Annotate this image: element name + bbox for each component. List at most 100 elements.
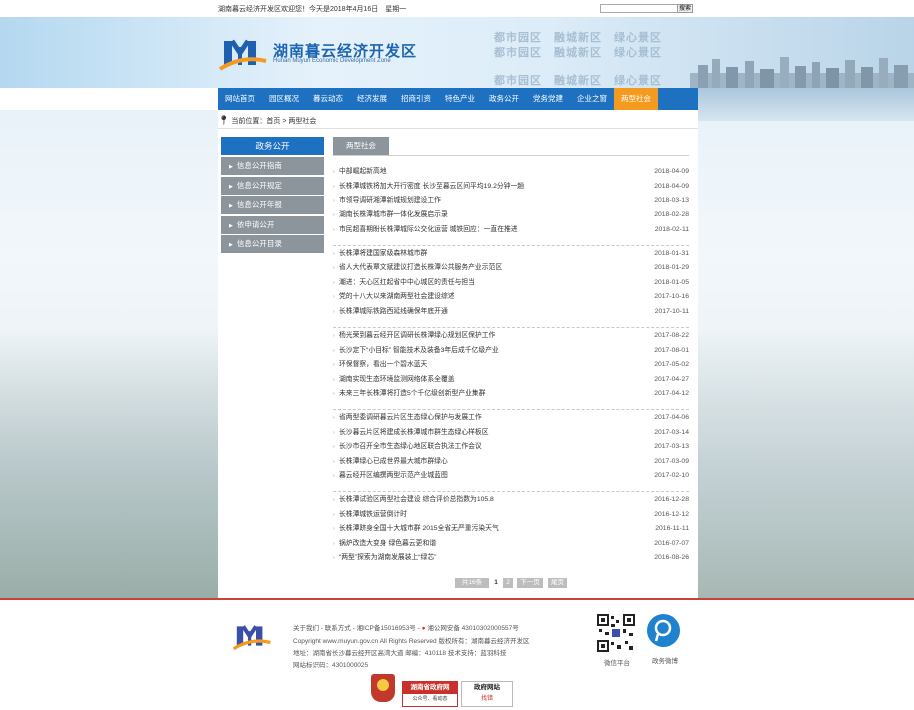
list-item[interactable]: › 长株潭城铁将加大开行密度 长沙至暮云区间平均19.2分钟一趟 2018-04-0… <box>333 180 689 194</box>
list-item[interactable]: › 潮进：天心区扛起省中中心城区的责任与担当 2018-01-05 <box>333 276 689 290</box>
sidebar-item-annual-report[interactable]: ▶ 信息公开年报 <box>221 196 324 214</box>
list-item[interactable]: › 省两型委调研暮云片区生态绿心保护与发展工作 2017-04-06 <box>333 411 689 425</box>
main-nav: 网站首页 园区概况 暮云动态 经济发展 招商引资 特色产业 政务公开 党务党建 … <box>218 88 698 110</box>
article-date: 2017-08-01 <box>654 347 689 354</box>
article-title[interactable]: 湖南长株潭城市群一体化发展启示录 <box>339 208 448 222</box>
nav-item-enterprise[interactable]: 企业之窗 <box>570 88 614 110</box>
bullet-icon: › <box>333 473 335 479</box>
nav-item-government[interactable]: 政务公开 <box>482 88 526 110</box>
article-date: 2017-10-16 <box>654 293 689 300</box>
list-item[interactable]: › 长株潭将建国家级森林城市群 2018-01-31 <box>333 247 689 261</box>
triangle-right-icon: ▶ <box>229 242 233 248</box>
article-title[interactable]: 长沙暮云片区将建成长株潭城市群生态绿心样板区 <box>339 426 489 440</box>
nav-item-home[interactable]: 网站首页 <box>218 88 262 110</box>
list-item[interactable]: › 长株潭试验区两型社会建设 综合评价总指数为105.8 2016-12-28 <box>333 493 689 507</box>
footer-links-text[interactable]: 关于我们 - 联系方式 - 湘ICP备15016953号 - <box>293 625 420 632</box>
breadcrumb: 📍︎ 当前位置：首页 > 两型社会 <box>218 113 316 128</box>
article-title[interactable]: 长株潭跻身全国十大城市群 2015全省无严重污染天气 <box>339 522 499 536</box>
pager-page-2[interactable]: 2 <box>503 578 513 588</box>
article-date: 2018-01-05 <box>654 279 689 286</box>
list-item[interactable]: › 长株潭绿心已成世界最大城市群绿心 2017-03-09 <box>333 455 689 469</box>
list-item[interactable]: › 长株潭城铁运营倒计时 2016-12-12 <box>333 508 689 522</box>
bullet-icon: › <box>333 333 335 339</box>
sidebar-item-request[interactable]: ▶ 依申请公开 <box>221 216 324 234</box>
slogan-3: 都市园区 融城新区 绿心景区 <box>494 75 662 87</box>
article-date: 2016-12-28 <box>654 496 689 503</box>
article-title[interactable]: 中部崛起新高地 <box>339 165 387 179</box>
article-title[interactable]: 长株潭绿心已成世界最大城市群绿心 <box>339 455 448 469</box>
pager-next[interactable]: 下一页 <box>517 578 543 588</box>
hunan-gov-badge-sub: 公众号、看动态 <box>412 696 448 702</box>
article-title[interactable]: 党的十八大以来湖南两型社会建设综述 <box>339 290 455 304</box>
list-item[interactable]: › 长沙市召开全市生态绿心地区联合执法工作会议 2017-03-13 <box>333 440 689 454</box>
sidebar-item-guide[interactable]: ▶ 信息公开指南 <box>221 157 324 175</box>
nav-item-investment[interactable]: 招商引资 <box>394 88 438 110</box>
list-item[interactable]: › 长株潭城际铁路西延线确保年底开通 2017-10-11 <box>333 305 689 319</box>
site-error-badge-sub: 找错 <box>480 696 493 702</box>
list-item[interactable]: › 长沙定下“小目标” 智能技术及装备3年后成千亿级产业 2017-08-01 <box>333 344 689 358</box>
article-date: 2016-12-12 <box>654 511 689 518</box>
article-title[interactable]: 暮云经开区编撰两型示范产业城蓝图 <box>339 469 448 483</box>
list-item[interactable]: › 杨光荣到暮云经开区调研长株潭绿心规划区保护工作 2017-08-22 <box>333 329 689 343</box>
article-title[interactable]: 长沙市召开全市生态绿心地区联合执法工作会议 <box>339 440 482 454</box>
sidebar-item-rules[interactable]: ▶ 信息公开规定 <box>221 177 324 195</box>
nav-item-overview[interactable]: 园区概况 <box>262 88 306 110</box>
list-item[interactable]: › 暮云经开区编撰两型示范产业城蓝图 2017-02-10 <box>333 469 689 483</box>
nav-item-party[interactable]: 党务党建 <box>526 88 570 110</box>
list-item[interactable]: › 党的十八大以来湖南两型社会建设综述 2017-10-16 <box>333 290 689 304</box>
article-title[interactable]: 湖南实现生态环境监测网络体系全覆盖 <box>339 373 455 387</box>
triangle-right-icon: ▶ <box>229 223 233 229</box>
weibo-icon[interactable] <box>647 614 680 647</box>
list-item[interactable]: › 湖南实现生态环境监测网络体系全覆盖 2017-04-27 <box>333 373 689 387</box>
sidebar-item-catalog[interactable]: ▶ 信息公开目录 <box>221 235 324 253</box>
search-input[interactable] <box>600 4 680 13</box>
list-item[interactable]: › 环保督察，看出一个碧水蓝天 2017-05-02 <box>333 358 689 372</box>
nav-item-news[interactable]: 暮云动态 <box>306 88 350 110</box>
footer-police-record[interactable]: 湘公网安备 43010302000557号 <box>427 625 518 632</box>
hunan-gov-badge-title: 湖南省政府网 <box>403 682 457 694</box>
list-item[interactable]: › 中部崛起新高地 2018-04-09 <box>333 165 689 179</box>
article-title[interactable]: “两型”探索为湖南发展装上“绿芯” <box>339 551 436 565</box>
list-item[interactable]: › 未来三年长株潭将打造5个千亿级创新型产业集群 2017-04-12 <box>333 387 689 401</box>
weibo-glyph-icon <box>654 619 672 642</box>
article-title[interactable]: 长株潭将建国家级森林城市群 <box>339 247 427 261</box>
article-title[interactable]: 省两型委调研暮云片区生态绿心保护与发展工作 <box>339 411 482 425</box>
muyun-logo-icon <box>218 39 267 71</box>
article-date: 2018-03-13 <box>654 197 689 204</box>
article-title[interactable]: 长株潭试验区两型社会建设 综合评价总指数为105.8 <box>339 493 494 507</box>
tab-two-type-society[interactable]: 两型社会 <box>333 137 389 155</box>
welcome-text: 湖南暮云经济开发区欢迎您！今天是2018年4月16日 星期一 <box>218 6 407 13</box>
article-title[interactable]: 环保督察，看出一个碧水蓝天 <box>339 358 427 372</box>
article-title[interactable]: 长株潭城铁将加大开行密度 长沙至暮云区间平均19.2分钟一趟 <box>339 180 524 194</box>
nav-item-two-type-society[interactable]: 两型社会 <box>614 88 658 110</box>
list-item[interactable]: › 湖南长株潭城市群一体化发展启示录 2018-02-28 <box>333 208 689 222</box>
sidebar-item-label: 信息公开目录 <box>236 239 282 248</box>
article-title[interactable]: 杨光荣到暮云经开区调研长株潭绿心规划区保护工作 <box>339 329 495 343</box>
list-item[interactable]: › 长沙暮云片区将建成长株潭城市群生态绿心样板区 2017-03-14 <box>333 426 689 440</box>
article-title[interactable]: 市民超喜期盼长株潭城际公交化运营 城铁回应：一直在推进 <box>339 223 518 237</box>
site-error-badge[interactable]: 政府网站 找错 <box>461 681 513 707</box>
nav-item-economy[interactable]: 经济发展 <box>350 88 394 110</box>
list-item[interactable]: › 长株潭跻身全国十大城市群 2015全省无严重污染天气 2016-11-11 <box>333 522 689 536</box>
article-title[interactable]: 长沙定下“小目标” 智能技术及装备3年后成千亿级产业 <box>339 344 499 358</box>
pager-last[interactable]: 尾页 <box>548 578 567 588</box>
list-item[interactable]: › “两型”探索为湖南发展装上“绿芯” 2016-08-26 <box>333 551 689 565</box>
article-title[interactable]: 长株潭城际铁路西延线确保年底开通 <box>339 305 448 319</box>
breadcrumb-text[interactable]: 当前位置：首页 > 两型社会 <box>231 118 316 125</box>
list-item[interactable]: › 市民超喜期盼长株潭城际公交化运营 城铁回应：一直在推进 2018-02-11 <box>333 223 689 237</box>
list-item[interactable]: › 锅炉改造大变身 绿色暮云更和谐 2016-07-07 <box>333 537 689 551</box>
article-title[interactable]: 潮进：天心区扛起省中中心城区的责任与担当 <box>339 276 475 290</box>
article-title[interactable]: 省人大代表覃文斌建议打造长株潭公共服务产业示范区 <box>339 261 502 275</box>
article-title[interactable]: 长株潭城铁运营倒计时 <box>339 508 407 522</box>
nav-item-industry[interactable]: 特色产业 <box>438 88 482 110</box>
search-button[interactable]: 搜索 <box>677 4 693 13</box>
party-gov-badge-icon[interactable] <box>371 674 395 702</box>
article-date: 2018-01-31 <box>654 250 689 257</box>
list-item[interactable]: › 市领导调研湘潭新城规划建设工作 2018-03-13 <box>333 194 689 208</box>
hunan-gov-badge[interactable]: 湖南省政府网 公众号、看动态 <box>402 681 458 707</box>
footer-links[interactable]: 关于我们 - 联系方式 - 湘ICP备15016953号 - ● 湘公网安备 4… <box>293 622 519 632</box>
article-title[interactable]: 市领导调研湘潭新城规划建设工作 <box>339 194 441 208</box>
article-title[interactable]: 锅炉改造大变身 绿色暮云更和谐 <box>339 537 436 551</box>
article-title[interactable]: 未来三年长株潭将打造5个千亿级创新型产业集群 <box>339 387 486 401</box>
list-item[interactable]: › 省人大代表覃文斌建议打造长株潭公共服务产业示范区 2018-01-29 <box>333 261 689 275</box>
